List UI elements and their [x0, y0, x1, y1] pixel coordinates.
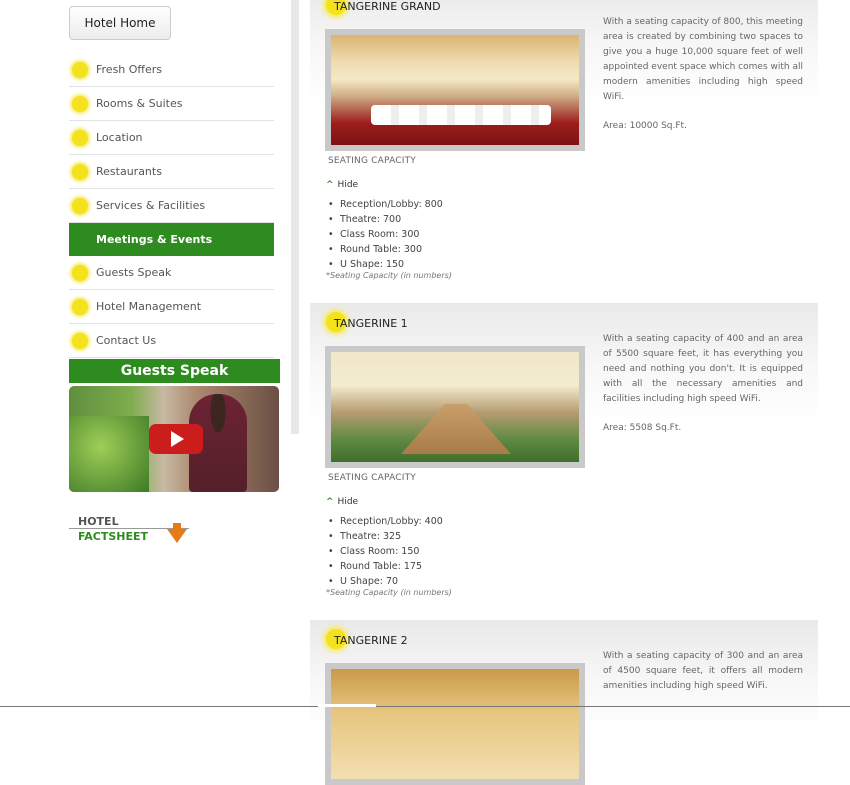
- sidebar-item-label: Fresh Offers: [96, 63, 163, 76]
- sun-bullet-icon: [72, 129, 88, 146]
- sidebar-item-rooms-suites[interactable]: Rooms & Suites: [69, 87, 274, 121]
- sidebar-item-label: Restaurants: [96, 165, 162, 178]
- capacity-note: *Seating Capacity (in numbers): [326, 588, 452, 597]
- sidebar: Hotel Home Fresh Offers Rooms & Suites L…: [0, 0, 300, 708]
- venue-area: Area: 5508 Sq.Ft.: [603, 423, 682, 433]
- venue-card: TANGERINE GRAND With a seating capacity …: [310, 0, 818, 302]
- list-item: Reception/Lobby: 400: [328, 514, 443, 529]
- venue-photo: [325, 29, 585, 151]
- capacity-list: Reception/Lobby: 800 Theatre: 700 Class …: [328, 197, 443, 272]
- factsheet-line2: FACTSHEET: [78, 530, 149, 543]
- venue-description: With a seating capacity of 800, this mee…: [603, 17, 803, 102]
- guest-video-thumbnail[interactable]: [69, 386, 279, 492]
- sun-bullet-icon: [72, 61, 88, 78]
- venue-name: TANGERINE 1: [334, 317, 408, 330]
- sidebar-item-label: Meetings & Events: [96, 233, 213, 246]
- sidebar-item-contact-us[interactable]: Contact Us: [69, 324, 274, 358]
- sidebar-item-label: Rooms & Suites: [96, 97, 183, 110]
- sun-bullet-icon: [72, 95, 88, 112]
- sidebar-item-label: Location: [96, 131, 143, 144]
- sun-bullet-icon: [72, 332, 88, 349]
- list-item: Theatre: 700: [328, 212, 443, 227]
- chairs-row: [371, 105, 551, 125]
- hide-label: Hide: [337, 497, 359, 507]
- sidebar-item-meetings-events[interactable]: Meetings & Events: [69, 223, 274, 256]
- sidebar-item-label: Guests Speak: [96, 266, 172, 279]
- guests-speak-banner: Guests Speak: [69, 359, 280, 383]
- chevron-up-icon: ^: [326, 497, 334, 507]
- factsheet-line1: HOTEL: [78, 515, 119, 528]
- sidebar-item-hotel-management[interactable]: Hotel Management: [69, 290, 274, 324]
- sidebar-item-label: Contact Us: [96, 334, 157, 347]
- sidebar-nav: Fresh Offers Rooms & Suites Location Res…: [69, 53, 274, 358]
- hide-toggle[interactable]: ^ Hide: [326, 497, 358, 507]
- venue-description-block: With a seating capacity of 400 and an ar…: [603, 332, 803, 436]
- hall-image: [331, 669, 579, 779]
- seating-capacity-heading: SEATING CAPACITY: [328, 156, 417, 166]
- venue-description: With a seating capacity of 400 and an ar…: [603, 334, 803, 404]
- sidebar-scroll-rail[interactable]: [291, 0, 299, 434]
- hotel-factsheet-link[interactable]: HOTEL FACTSHEET: [69, 515, 194, 555]
- seating-capacity-heading: SEATING CAPACITY: [328, 473, 417, 483]
- list-item: Class Room: 150: [328, 544, 443, 559]
- venue-title: TANGERINE 2: [326, 629, 408, 649]
- hide-label: Hide: [337, 180, 359, 190]
- sidebar-item-location[interactable]: Location: [69, 121, 274, 155]
- capacity-list: Reception/Lobby: 400 Theatre: 325 Class …: [328, 514, 443, 589]
- sidebar-item-label: Hotel Management: [96, 300, 202, 313]
- page-bottom-gap: [318, 704, 376, 707]
- venue-card: TANGERINE 2 With a seating capacity of 3…: [310, 620, 818, 785]
- venue-name: TANGERINE GRAND: [334, 0, 441, 13]
- venue-photo: [325, 663, 585, 785]
- sun-bullet-icon: [72, 197, 88, 214]
- list-item: Theatre: 325: [328, 529, 443, 544]
- venue-description-block: With a seating capacity of 300 and an ar…: [603, 649, 803, 694]
- sidebar-item-services-facilities[interactable]: Services & Facilities: [69, 189, 274, 223]
- page-bottom-border: [0, 706, 850, 707]
- list-item: U Shape: 150: [328, 257, 443, 272]
- hide-toggle[interactable]: ^ Hide: [326, 180, 358, 190]
- download-arrow-icon: [167, 529, 187, 543]
- list-item: Class Room: 300: [328, 227, 443, 242]
- video-foliage: [69, 416, 149, 492]
- venues-list: TANGERINE GRAND With a seating capacity …: [310, 0, 818, 785]
- venue-title: TANGERINE 1: [326, 312, 408, 332]
- sun-bullet-icon: [72, 298, 88, 315]
- venue-card: TANGERINE 1 With a seating capacity of 4…: [310, 303, 818, 619]
- venue-description: With a seating capacity of 300 and an ar…: [603, 651, 803, 691]
- ballroom-image: [331, 35, 579, 145]
- hotel-home-button[interactable]: Hotel Home: [69, 6, 171, 40]
- list-item: Round Table: 175: [328, 559, 443, 574]
- sidebar-item-restaurants[interactable]: Restaurants: [69, 155, 274, 189]
- venue-title: TANGERINE GRAND: [326, 0, 441, 15]
- sun-bullet-icon: [72, 264, 88, 281]
- venue-name: TANGERINE 2: [334, 634, 408, 647]
- sun-bullet-icon: [72, 163, 88, 180]
- conference-table: [401, 404, 511, 454]
- venue-area: Area: 10000 Sq.Ft.: [603, 121, 687, 131]
- chevron-up-icon: ^: [326, 180, 334, 190]
- venue-photo: [325, 346, 585, 468]
- capacity-note: *Seating Capacity (in numbers): [326, 271, 452, 280]
- boardroom-image: [331, 352, 579, 462]
- list-item: Round Table: 300: [328, 242, 443, 257]
- play-icon[interactable]: [149, 424, 203, 454]
- list-item: U Shape: 70: [328, 574, 443, 589]
- sidebar-item-fresh-offers[interactable]: Fresh Offers: [69, 53, 274, 87]
- list-item: Reception/Lobby: 800: [328, 197, 443, 212]
- venue-description-block: With a seating capacity of 800, this mee…: [603, 15, 803, 134]
- sidebar-item-guests-speak[interactable]: Guests Speak: [69, 256, 274, 290]
- sidebar-item-label: Services & Facilities: [96, 199, 206, 212]
